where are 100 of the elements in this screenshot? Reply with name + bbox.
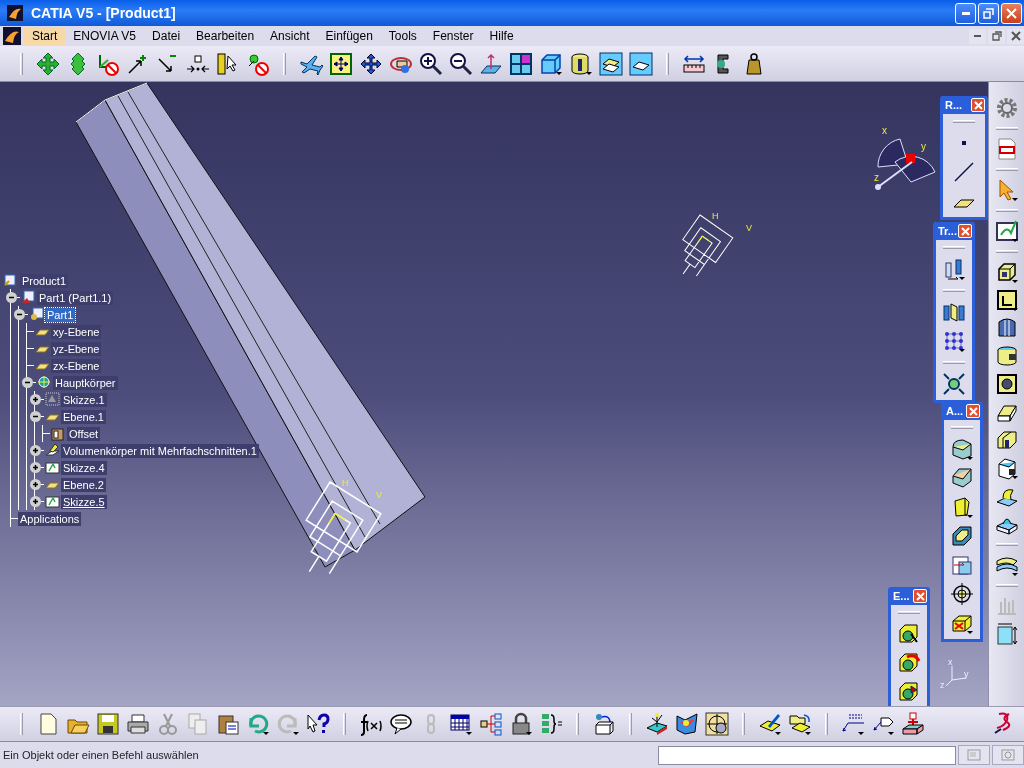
expand-toggle[interactable] (30, 445, 41, 456)
menu-item[interactable]: Bearbeiten (188, 27, 263, 45)
pattern-icon[interactable] (942, 329, 966, 353)
menu-item[interactable]: Hilfe (481, 27, 522, 45)
gear-icon[interactable] (994, 96, 1019, 120)
surface-analysis-icon[interactable] (675, 712, 699, 736)
expand-toggle[interactable] (30, 394, 41, 405)
collapse-toggle[interactable] (30, 411, 41, 422)
menu-item[interactable]: ENOVIA V5 (65, 27, 145, 45)
menu-item[interactable]: Datei (144, 27, 189, 45)
formula-icon[interactable] (359, 712, 383, 736)
quad-view-icon[interactable] (509, 51, 533, 76)
tree-node-label[interactable]: Skizze.5 (61, 494, 107, 509)
cylinder-icon[interactable] (569, 51, 593, 76)
clipboard-icon[interactable] (216, 712, 240, 736)
tree-node-label[interactable]: Part1 (45, 307, 76, 322)
hide-show-icon[interactable] (599, 51, 623, 76)
target-scope-icon[interactable] (705, 712, 729, 736)
toolbar-close-button[interactable] (958, 224, 972, 238)
text-leader-icon[interactable] (841, 712, 865, 736)
replace-face-icon[interactable] (897, 651, 921, 675)
ruler-cursor-icon[interactable] (216, 51, 240, 76)
document-logo-icon[interactable] (3, 27, 21, 45)
tree-node-label[interactable]: Part1 (Part1.1) (37, 290, 114, 305)
thickness-block-icon[interactable] (950, 553, 974, 577)
tree-node-label[interactable]: Skizze.4 (61, 460, 107, 475)
table-grid-icon[interactable] (449, 712, 473, 736)
collapse-toggle[interactable] (22, 377, 33, 388)
tree-node-label[interactable]: Volumenkörper mit Mehrfachschnitten.1 (61, 443, 259, 458)
tree-node-icon (4, 273, 19, 288)
plate-marker-icon[interactable] (901, 712, 925, 736)
node-cancel-icon[interactable] (246, 51, 270, 76)
line-icon[interactable] (952, 160, 976, 184)
expand-toggle[interactable] (30, 496, 41, 507)
minimize-button[interactable] (955, 2, 976, 24)
tree-node-label[interactable]: Ebene.2 (61, 477, 106, 492)
restore-button[interactable] (978, 2, 999, 24)
collapse-toggle[interactable] (6, 292, 17, 303)
folder-plate-icon[interactable] (788, 712, 812, 736)
scale-icon[interactable] (942, 372, 966, 396)
tree-node-icon (45, 443, 60, 458)
thicken-face-icon[interactable] (897, 680, 921, 704)
expand-toggle[interactable] (30, 462, 41, 473)
undo-arrow-icon[interactable] (246, 712, 270, 736)
speech-bubble-icon[interactable] (389, 712, 413, 736)
zoom-in-icon[interactable] (419, 51, 443, 76)
fit-all-icon[interactable] (329, 51, 353, 76)
document-close-button[interactable] (1007, 28, 1024, 44)
close-icon (1010, 31, 1021, 41)
sketch-plane-icon[interactable] (994, 219, 1019, 243)
pocket-block-icon[interactable] (994, 288, 1019, 312)
menu-item[interactable]: Einfügen (317, 27, 381, 45)
translate-icon[interactable] (942, 257, 966, 281)
normal-view-icon[interactable] (479, 51, 503, 76)
remove-face-icon[interactable] (897, 622, 921, 646)
slot-icon[interactable] (994, 428, 1019, 452)
hole-icon[interactable] (994, 372, 1019, 396)
compass-axis-label: z (874, 172, 879, 183)
toolbar-close-button[interactable] (966, 404, 980, 418)
sphere-box-icon[interactable] (592, 712, 616, 736)
tree-node-label[interactable]: Skizze.1 (61, 392, 107, 407)
collapse-toggle[interactable] (14, 309, 25, 320)
tree-node-label[interactable]: Applications (18, 511, 82, 526)
document-restore-button[interactable] (988, 28, 1005, 44)
parameter-list-icon[interactable] (539, 712, 563, 736)
tree-node-label[interactable]: Hauptkörper (53, 375, 118, 390)
menu-item[interactable]: Tools (380, 27, 425, 45)
move-arrows-icon[interactable] (36, 51, 60, 76)
tree-node-label[interactable]: Product1 (20, 273, 69, 288)
shell-block-icon[interactable] (950, 524, 974, 548)
menu-item[interactable]: Start (24, 27, 66, 45)
chamfer-block-icon[interactable] (950, 466, 974, 490)
toolbar-close-button[interactable] (913, 589, 927, 603)
tree-node-label[interactable]: xy-Ebene (51, 324, 102, 339)
zoom-out-icon[interactable] (449, 51, 473, 76)
groove-icon[interactable] (994, 344, 1019, 368)
menu-item[interactable]: Fenster (424, 27, 482, 45)
tree-node-label[interactable]: Ebene.1 (61, 409, 106, 424)
cube-view-icon[interactable] (539, 51, 563, 76)
command-input-field[interactable] (658, 745, 956, 765)
tree-node-label[interactable]: yz-Ebene (51, 341, 102, 356)
close-button[interactable] (1001, 2, 1022, 24)
swap-icon[interactable] (629, 51, 653, 76)
toolbar-close-button[interactable] (971, 98, 985, 112)
tree-node-label[interactable]: zx-Ebene (51, 358, 102, 373)
expand-toggle[interactable] (30, 479, 41, 490)
help-cursor-icon[interactable] (306, 712, 330, 736)
pencil-plate-icon[interactable] (758, 712, 782, 736)
pan-icon[interactable] (359, 51, 383, 76)
crosshair-icon[interactable] (950, 582, 974, 606)
padlock-icon[interactable] (509, 712, 533, 736)
printer-icon[interactable] (126, 712, 150, 736)
document-minimize-button[interactable] (969, 28, 986, 44)
hierarchy-icon[interactable] (479, 712, 503, 736)
tree-node-label[interactable]: Offset (67, 426, 101, 441)
axis-plate-icon[interactable] (645, 712, 669, 736)
menu-item[interactable]: Ansicht (262, 27, 318, 45)
mirror-icon[interactable] (942, 300, 966, 324)
fillet-block-icon[interactable] (950, 437, 974, 461)
dimension-box-icon[interactable] (994, 622, 1019, 646)
